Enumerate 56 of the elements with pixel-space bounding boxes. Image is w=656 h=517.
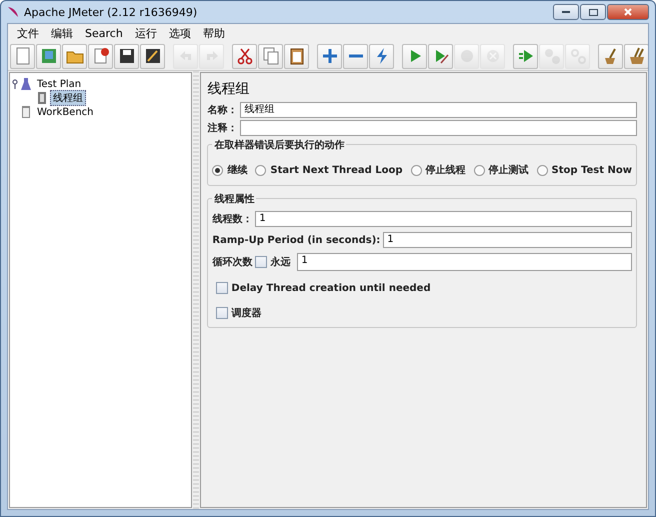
field-label: Ramp-Up Period (in seconds): (212, 234, 380, 246)
tree-item[interactable]: WorkBench (34, 106, 97, 118)
field-label: 线程数： (212, 212, 252, 226)
panel-title: 线程组 (207, 80, 250, 98)
group-title: 在取样器错误后要执行的动作 (212, 138, 346, 152)
radio-label: Stop Test Now (552, 164, 632, 176)
field-label: 名称： (207, 104, 238, 117)
toolbar-button[interactable] (114, 44, 139, 68)
rampup-field[interactable]: 1 (383, 232, 632, 248)
field-label: 循环次数 (212, 256, 252, 269)
tree-item[interactable]: 线程组 (50, 90, 86, 106)
copy-icon (260, 46, 280, 66)
radio-button[interactable] (474, 164, 485, 176)
forever-checkbox[interactable] (255, 256, 268, 268)
window-title: Apache JMeter (2.12 r1636949) (24, 6, 198, 18)
maximize-icon (588, 8, 598, 16)
radio-button[interactable] (255, 164, 266, 176)
menu-item[interactable]: Search (80, 26, 128, 40)
flask-icon (21, 78, 31, 90)
minimize-button[interactable] (553, 4, 579, 20)
radio-label: 停止测试 (488, 164, 529, 177)
menu-item[interactable]: 运行 (130, 26, 162, 40)
minimize-icon (562, 11, 570, 13)
toolbar-button[interactable] (284, 44, 309, 68)
checkbox-label: 永远 (270, 255, 290, 269)
checkbox-label: 调度器 (231, 306, 262, 320)
delay-checkbox[interactable] (216, 282, 228, 294)
maximize-button[interactable] (580, 4, 606, 20)
radio-button[interactable] (410, 164, 422, 176)
radio-label: 继续 (227, 164, 248, 177)
tree-item[interactable]: Test Plan (34, 78, 84, 90)
radio-label: 停止线程 (426, 164, 466, 177)
group-title: 线程属性 (212, 192, 256, 206)
close-button[interactable] (607, 4, 649, 20)
toolbar-button[interactable] (140, 44, 165, 68)
menu-item[interactable]: 文件 (12, 26, 44, 40)
radio-button[interactable] (212, 164, 224, 176)
close-icon (624, 8, 632, 16)
scheduler-checkbox[interactable] (216, 307, 228, 319)
toolbar-button[interactable] (232, 44, 257, 68)
radio-button[interactable] (536, 164, 548, 176)
radio-label: Start Next Thread Loop (270, 164, 403, 176)
loop-field[interactable]: 1 (297, 253, 632, 271)
feather-icon (7, 6, 19, 18)
toolbar-button[interactable] (624, 44, 648, 68)
tree-handle-icon[interactable] (12, 79, 18, 89)
toolbar-button[interactable] (598, 44, 623, 68)
comment-field[interactable] (240, 120, 637, 136)
menu-item[interactable]: 选项 (164, 26, 196, 40)
name-field[interactable]: 线程组 (240, 102, 637, 118)
checkbox-label: Delay Thread creation until needed (231, 282, 431, 294)
menu-item[interactable]: 编辑 (46, 26, 78, 40)
menu-item[interactable]: 帮助 (198, 26, 230, 40)
field-label: 注释： (207, 121, 238, 135)
threads-field[interactable]: 1 (255, 211, 632, 227)
scissors-icon (234, 46, 254, 66)
